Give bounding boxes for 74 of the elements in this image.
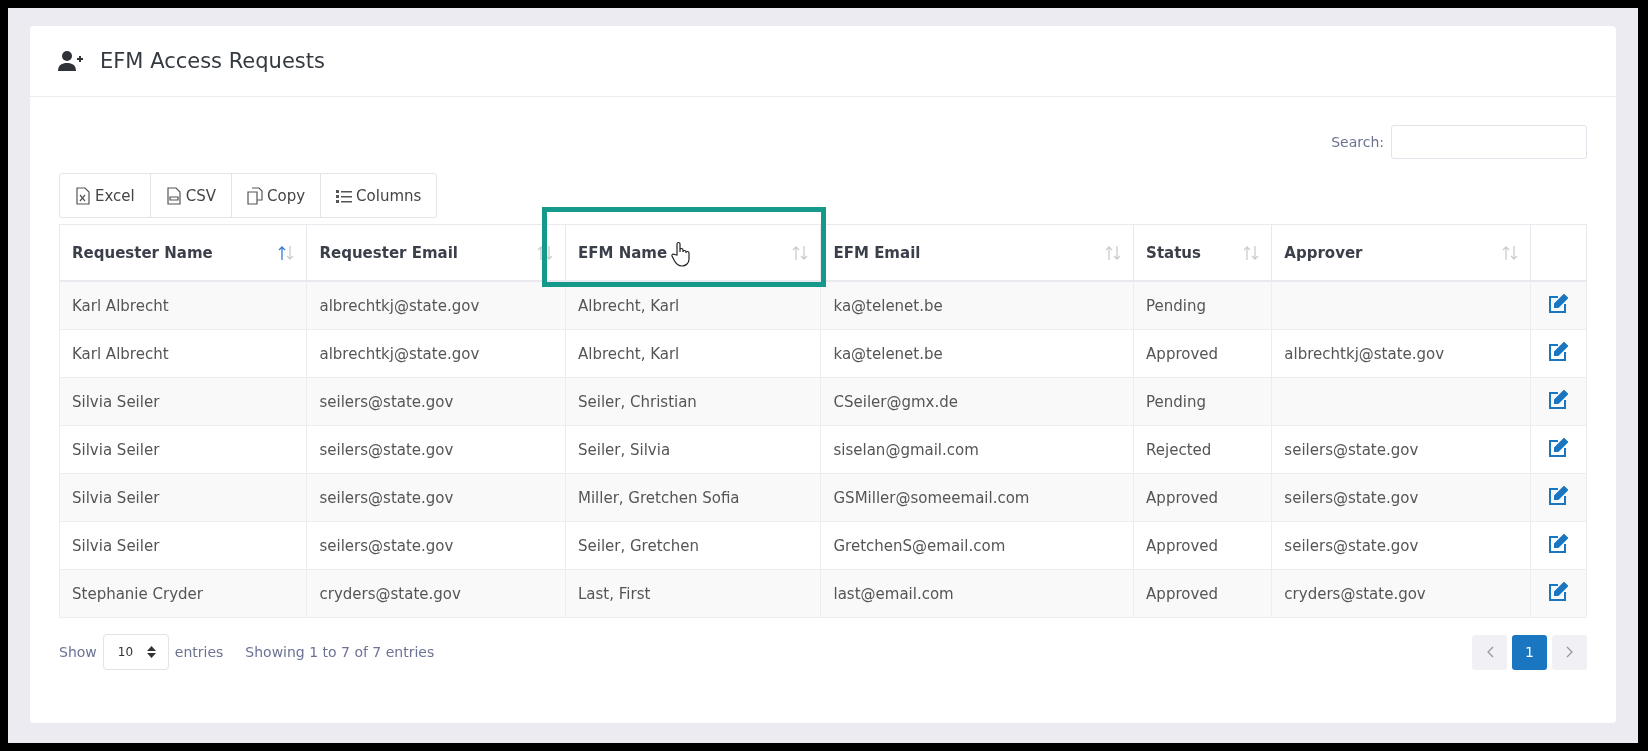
column-title: Status: [1146, 243, 1201, 262]
export-button[interactable]: Columns: [320, 173, 438, 218]
excel-file-icon: [75, 186, 91, 205]
table-cell: Karl Albrecht: [59, 281, 307, 330]
table-cell: Silvia Seiler: [59, 473, 307, 522]
table-cell: seilers@state.gov: [307, 377, 566, 426]
entries-label: entries: [174, 644, 224, 660]
page-title: EFM Access Requests: [100, 49, 325, 73]
chevron-right-icon: [1565, 646, 1574, 658]
table-cell: cryders@state.gov: [1271, 569, 1531, 618]
table-cell: Seiler, Gretchen: [565, 521, 821, 570]
table-cell: cryders@state.gov: [307, 569, 566, 618]
table-cell: Approved: [1133, 473, 1272, 522]
column-title: Requester Name: [72, 243, 213, 262]
table-cell: seilers@state.gov: [307, 425, 566, 474]
table-cell: seilers@state.gov: [1271, 425, 1531, 474]
table-cell: Albrecht, Karl: [565, 329, 821, 378]
table-cell: Last, First: [565, 569, 821, 618]
edit-icon[interactable]: [1548, 581, 1569, 602]
table-cell: Stephanie Cryder: [59, 569, 307, 618]
table-cell: Karl Albrecht: [59, 329, 307, 378]
page-button[interactable]: 1: [1512, 634, 1547, 670]
table-cell: CSeiler@gmx.de: [821, 377, 1134, 426]
entries-info: Showing 1 to 7 of 7 entries: [245, 644, 435, 660]
edit-icon[interactable]: [1548, 389, 1569, 410]
table-cell: Approved: [1133, 521, 1272, 570]
column-header[interactable]: EFM Name: [565, 224, 821, 281]
table-cell: GSMiller@someemail.com: [821, 473, 1134, 522]
page-size-select[interactable]: 10: [102, 634, 169, 670]
search-label: Search:: [1331, 134, 1384, 150]
user-plus-icon: [58, 51, 84, 71]
table-cell: GretchenS@email.com: [821, 521, 1134, 570]
table-cell: albrechtkj@state.gov: [1271, 329, 1531, 378]
table-cell: Silvia Seiler: [59, 425, 307, 474]
column-title: Requester Email: [319, 243, 458, 262]
table-cell: Rejected: [1133, 425, 1272, 474]
sort-icon[interactable]: [278, 244, 295, 261]
copy-icon: [247, 186, 263, 205]
edit-icon[interactable]: [1548, 533, 1569, 554]
export-button[interactable]: Copy: [231, 173, 322, 218]
table-cell: albrechtkj@state.gov: [307, 329, 566, 378]
table-cell: ka@telenet.be: [821, 281, 1134, 330]
table-cell: seilers@state.gov: [1271, 521, 1531, 570]
updown-caret-icon: [146, 646, 156, 658]
export-button[interactable]: Excel: [59, 173, 151, 218]
csv-file-icon: [165, 186, 182, 205]
edit-icon[interactable]: [1548, 293, 1569, 314]
table-cell: seilers@state.gov: [307, 521, 566, 570]
column-title: EFM Name: [578, 243, 668, 262]
chevron-left-icon: [1485, 646, 1494, 658]
column-title: EFM Email: [833, 243, 921, 262]
table-cell: Seiler, Silvia: [565, 425, 821, 474]
table-cell: siselan@gmail.com: [821, 425, 1134, 474]
table-cell: last@email.com: [821, 569, 1134, 618]
edit-icon[interactable]: [1548, 485, 1569, 506]
table-cell: seilers@state.gov: [1271, 473, 1531, 522]
table-cell: Pending: [1133, 377, 1272, 426]
sort-icon[interactable]: [537, 244, 553, 261]
export-button[interactable]: CSV: [149, 173, 232, 218]
table-cell: Seiler, Christian: [565, 377, 821, 426]
table-cell: Pending: [1133, 281, 1272, 330]
show-label: Show: [59, 644, 97, 660]
table-cell: Silvia Seiler: [59, 377, 307, 426]
hand-cursor-icon: [671, 241, 691, 267]
table-cell: Silvia Seiler: [59, 521, 307, 570]
table-cell: Miller, Gretchen Sofia: [565, 473, 821, 522]
table-cell: Approved: [1133, 329, 1272, 378]
table-cell: ka@telenet.be: [821, 329, 1134, 378]
table-cell: seilers@state.gov: [307, 473, 566, 522]
table-cell: Approved: [1133, 569, 1272, 618]
search-field[interactable]: [1391, 125, 1587, 159]
edit-icon[interactable]: [1548, 341, 1569, 362]
edit-icon[interactable]: [1548, 437, 1569, 458]
column-title: Approver: [1284, 243, 1363, 262]
